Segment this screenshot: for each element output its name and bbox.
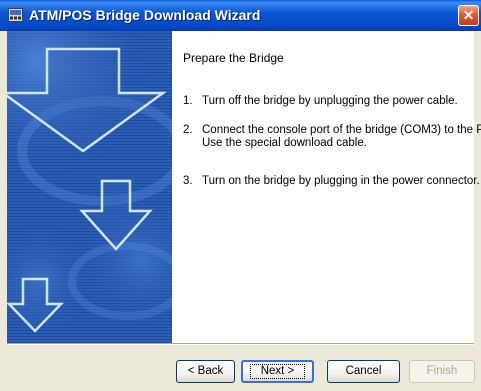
title-bar[interactable]: ATM/POS Bridge Download Wizard ✕	[0, 0, 481, 31]
wizard-app-icon	[8, 8, 23, 22]
step-number: 3.	[183, 175, 193, 187]
step-item-2: 2. Connect the console port of the bridg…	[183, 124, 481, 150]
finish-button[interactable]: Finish	[409, 360, 475, 383]
window-title: ATM/POS Bridge Download Wizard	[29, 7, 261, 23]
next-button-label: Next >	[249, 364, 306, 379]
step-number: 2.	[183, 124, 193, 136]
close-icon: ✕	[462, 7, 475, 23]
step-number: 1.	[183, 95, 193, 107]
wizard-side-graphic	[7, 31, 172, 343]
step-text-line: Use the special download cable.	[202, 137, 367, 149]
wizard-content-pane: Prepare the Bridge 1. Turn off the bridg…	[172, 31, 481, 343]
button-bar-separator	[7, 343, 474, 345]
step-text-line: Turn off the bridge by unplugging the po…	[202, 95, 458, 107]
cancel-button[interactable]: Cancel	[327, 360, 400, 383]
close-button[interactable]: ✕	[458, 5, 479, 26]
next-button[interactable]: Next >	[241, 360, 314, 383]
wizard-window: ATM/POS Bridge Download Wizard ✕ Prepare…	[0, 0, 481, 391]
step-item-1: 1. Turn off the bridge by unplugging the…	[183, 95, 458, 108]
step-text-line: Turn on the bridge by plugging in the po…	[202, 175, 480, 187]
step-text: Connect the console port of the bridge (…	[202, 124, 481, 150]
back-button[interactable]: < Back	[176, 360, 235, 383]
step-item-3: 3. Turn on the bridge by plugging in the…	[183, 175, 480, 188]
step-text: Turn off the bridge by unplugging the po…	[202, 95, 458, 108]
step-text-line: Connect the console port of the bridge (…	[202, 124, 481, 136]
step-text: Turn on the bridge by plugging in the po…	[202, 175, 480, 188]
page-title: Prepare the Bridge	[183, 51, 284, 65]
